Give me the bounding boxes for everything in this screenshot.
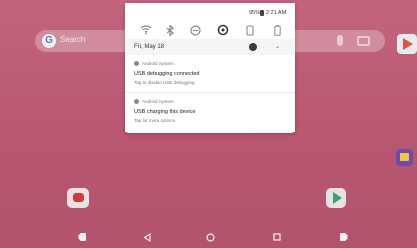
overview-left-icon[interactable] [75,230,89,244]
notification-app-name: Android System [142,99,174,104]
android-icon [134,61,139,67]
notification-title: USB debugging connected [134,71,200,77]
date-label: Fri, May 18 [134,44,165,50]
notification-app-name: Android System [142,61,174,66]
do-not-disturb-icon[interactable] [188,23,202,37]
back-icon[interactable] [140,230,154,244]
notification-header: Android System [134,60,174,68]
android-icon [134,99,139,105]
play-store-icon[interactable] [397,34,417,54]
battery-saver-icon[interactable] [270,23,284,37]
youtube-icon[interactable] [67,188,89,208]
quick-settings [125,23,295,37]
clock: 2:21 AM [266,10,287,16]
lens-icon[interactable] [357,36,370,46]
notification-body: Tap to disable USB debugging. [134,80,196,85]
overview-right-icon[interactable] [336,230,350,244]
settings-icon[interactable] [249,43,257,51]
wifi-icon[interactable] [139,23,153,37]
notification-shade: 95% 2:21 AM Fri, May 18 ⌄ Android System [125,3,295,133]
play-icon[interactable] [326,188,346,208]
notification-header: Android System [134,98,174,106]
search-hint: Search [60,35,86,44]
battery-percent: 95% [249,10,261,16]
chevron-down-icon[interactable]: ⌄ [275,42,283,52]
navigation-bar [0,226,417,248]
status-bar: 95% 2:21 AM [125,7,295,19]
google-icon: G [42,34,56,48]
notification-title: USB charging this device [134,109,196,115]
battery-icon [260,10,264,16]
notification-usb-debugging[interactable]: Android System USB debugging connected T… [125,56,295,93]
home-icon[interactable] [203,230,217,244]
gallery-icon[interactable] [396,149,413,166]
notification-body: Tap for more options. [134,118,177,123]
flashlight-icon[interactable] [216,23,230,37]
date-row: Fri, May 18 ⌄ [125,39,295,55]
bluetooth-icon[interactable] [163,23,177,37]
rotate-icon[interactable] [243,23,257,37]
notification-usb-charging[interactable]: Android System USB charging this device … [125,94,295,132]
mic-icon[interactable] [337,35,343,46]
recents-icon[interactable] [270,230,284,244]
